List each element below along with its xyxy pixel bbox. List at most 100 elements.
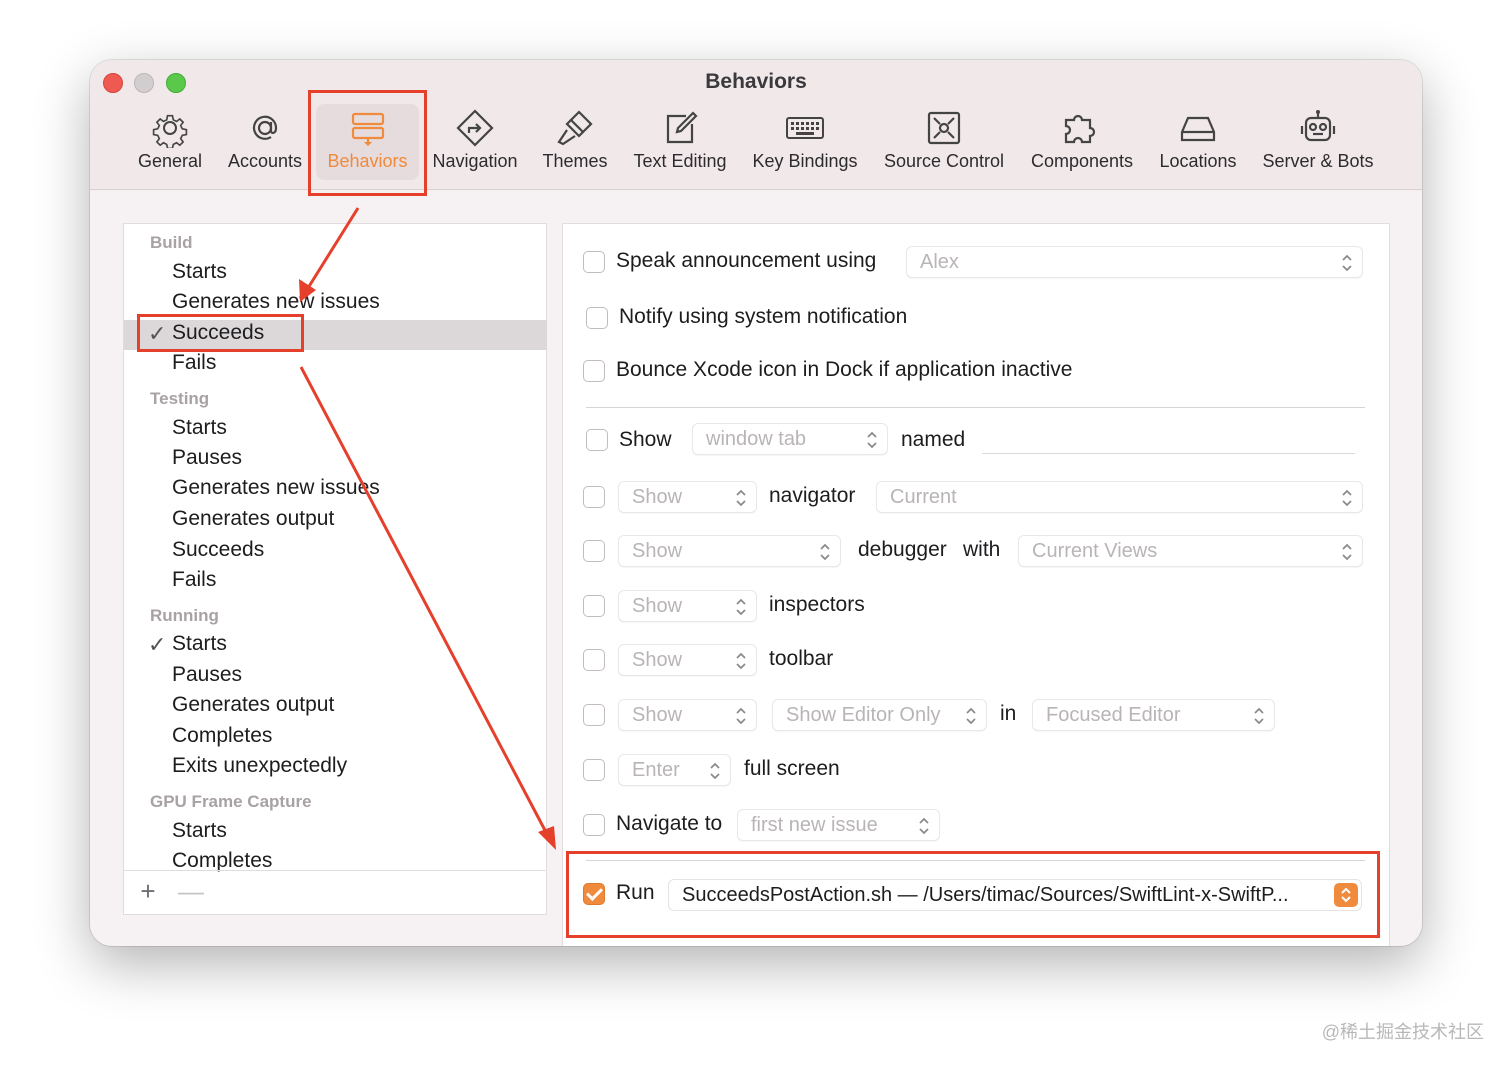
toolbar-show-popup[interactable]: Show [618, 644, 757, 676]
list-item[interactable]: Generates output [172, 693, 334, 717]
list-item[interactable]: Succeeds [172, 538, 264, 562]
tab-accounts-label: Accounts [227, 151, 303, 171]
text-editing-icon [660, 108, 700, 148]
tab-server-bots-label: Server & Bots [1262, 151, 1374, 171]
inspectors-checkbox[interactable] [583, 595, 605, 617]
list-item[interactable]: Fails [172, 351, 216, 375]
tab-source-control[interactable]: Source Control [878, 104, 1010, 180]
list-item[interactable]: Starts [172, 416, 227, 440]
brush-icon [555, 108, 595, 148]
bounce-label: Bounce Xcode icon in Dock if application… [616, 358, 1073, 381]
section-running: Running [150, 606, 219, 625]
list-item[interactable]: Starts [172, 632, 227, 656]
toolbar-checkbox[interactable] [583, 649, 605, 671]
fullscreen-popup[interactable]: Enter [618, 754, 731, 786]
tab-server-bots[interactable]: Server & Bots [1256, 104, 1380, 180]
editor-target-popup[interactable]: Focused Editor [1032, 699, 1275, 731]
list-item[interactable]: Pauses [172, 663, 242, 687]
inspectors-show-value: Show [632, 595, 683, 617]
speak-checkbox[interactable] [583, 251, 605, 273]
list-item[interactable]: Generates new issues [172, 476, 380, 500]
navigate-target-value: first new issue [751, 814, 878, 836]
navigator-show-value: Show [632, 486, 683, 508]
editor-show-popup[interactable]: Show [618, 699, 757, 731]
navigator-value: Current [890, 486, 957, 508]
list-item[interactable]: Generates new issues [172, 290, 380, 314]
list-item[interactable]: Completes [172, 724, 272, 748]
section-testing: Testing [150, 389, 210, 408]
navigate-target-popup[interactable]: first new issue [737, 809, 940, 841]
annotation-box-succeeds [137, 314, 304, 352]
section-build: Build [150, 233, 193, 252]
debugger-show-value: Show [632, 540, 683, 562]
show-tab-label: Show [619, 428, 672, 451]
list-item[interactable]: Pauses [172, 446, 242, 470]
navigator-show-popup[interactable]: Show [618, 481, 757, 513]
editor-show-value: Show [632, 704, 683, 726]
add-button[interactable]: + [136, 876, 160, 907]
preferences-window: Behaviors General Accounts Behaviors Nav [90, 60, 1422, 946]
updown-chevron-icon [708, 760, 722, 782]
editor-mode-popup[interactable]: Show Editor Only [772, 699, 987, 731]
editor-in-label: in [1000, 702, 1017, 725]
tab-key-bindings-label: Key Bindings [752, 151, 858, 171]
fullscreen-checkbox[interactable] [583, 759, 605, 781]
section-divider [586, 407, 1365, 408]
tab-general-label: General [137, 151, 203, 171]
tab-type-popup[interactable]: window tab [692, 423, 888, 455]
navigate-checkbox[interactable] [583, 814, 605, 836]
updown-chevron-icon [734, 705, 748, 727]
tab-name-field[interactable] [982, 453, 1355, 454]
voice-popup-value: Alex [920, 251, 959, 273]
named-label: named [901, 428, 966, 451]
at-sign-icon [245, 108, 285, 148]
navigator-checkbox[interactable] [583, 486, 605, 508]
updown-chevron-icon [865, 429, 879, 451]
navigator-label: navigator [769, 484, 856, 507]
list-item[interactable]: Generates output [172, 507, 334, 531]
tab-general[interactable]: General [130, 104, 210, 180]
show-tab-checkbox[interactable] [586, 429, 608, 451]
voice-popup[interactable]: Alex [906, 246, 1363, 278]
tab-key-bindings[interactable]: Key Bindings [748, 104, 862, 180]
source-control-icon [924, 108, 964, 148]
debugger-show-popup[interactable]: Show [618, 535, 841, 567]
updown-chevron-icon [1252, 705, 1266, 727]
drive-icon [1178, 108, 1218, 148]
bounce-checkbox[interactable] [583, 360, 605, 382]
annotation-box-behaviors [308, 90, 427, 196]
notify-checkbox[interactable] [586, 307, 608, 329]
tab-themes-label: Themes [542, 151, 608, 171]
list-item[interactable]: Fails [172, 568, 216, 592]
fullscreen-popup-value: Enter [632, 759, 680, 781]
updown-chevron-icon [1340, 487, 1354, 509]
remove-button[interactable]: — [178, 876, 204, 907]
list-item[interactable]: Starts [172, 260, 227, 284]
editor-mode-value: Show Editor Only [786, 704, 941, 726]
tab-accounts[interactable]: Accounts [224, 104, 306, 180]
inspectors-label: inspectors [769, 593, 865, 616]
inspectors-show-popup[interactable]: Show [618, 590, 757, 622]
tab-themes[interactable]: Themes [538, 104, 612, 180]
toolbar-label: toolbar [769, 647, 834, 670]
tab-text-editing[interactable]: Text Editing [628, 104, 732, 180]
tab-locations[interactable]: Locations [1152, 104, 1244, 180]
tab-navigation[interactable]: Navigation [428, 104, 522, 180]
keyboard-icon [785, 108, 825, 148]
debugger-checkbox[interactable] [583, 540, 605, 562]
editor-checkbox[interactable] [583, 704, 605, 726]
debugger-views-popup[interactable]: Current Views [1018, 535, 1363, 567]
list-item[interactable]: Starts [172, 819, 227, 843]
title-bar: Behaviors General Accounts Behaviors Nav [90, 60, 1422, 190]
updown-chevron-icon [917, 815, 931, 837]
tab-navigation-label: Navigation [432, 151, 518, 171]
notify-label: Notify using system notification [619, 305, 908, 328]
list-footer-divider [124, 870, 547, 871]
list-item[interactable]: Exits unexpectedly [172, 754, 347, 778]
tab-components[interactable]: Components [1026, 104, 1138, 180]
navigator-value-popup[interactable]: Current [876, 481, 1363, 513]
tab-locations-label: Locations [1159, 151, 1237, 171]
tab-components-label: Components [1030, 151, 1134, 171]
window-title: Behaviors [705, 70, 807, 93]
section-gpu-frame-capture: GPU Frame Capture [150, 792, 312, 811]
